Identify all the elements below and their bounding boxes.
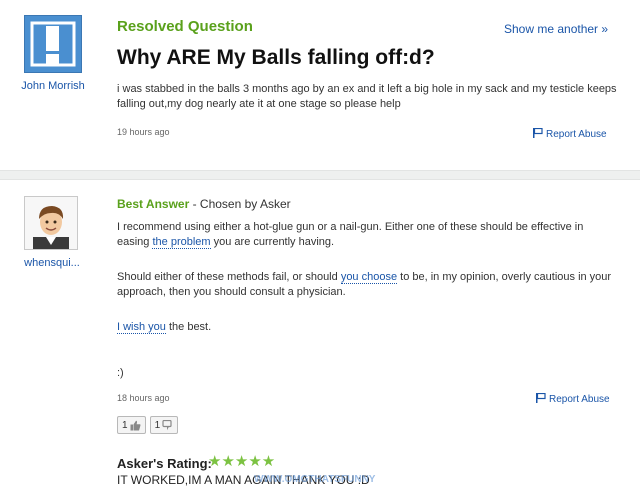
asker-name-link[interactable]: John Morrish [8, 80, 98, 92]
answer-text: the best. [165, 321, 212, 333]
answer-timestamp: 18 hours ago [117, 393, 170, 403]
answer-paragraph-1: I recommend using either a hot-glue gun … [117, 220, 617, 250]
thumbs-up-button[interactable]: 1 [117, 416, 146, 434]
flag-icon [536, 393, 546, 403]
section-divider [0, 170, 640, 180]
watermark-text: WWW.OMGTHATSFUNNY [254, 474, 376, 485]
answer-smiley: :) [117, 367, 124, 379]
you-choose-link[interactable]: you choose [340, 271, 398, 284]
best-answer-label: Best Answer [117, 197, 190, 211]
best-answer-heading: Best Answer - Chosen by Asker [117, 197, 291, 211]
chosen-by-label: - Chosen by Asker [189, 197, 291, 211]
answer-text: Should either of these methods fail, or … [117, 271, 341, 283]
answerer-avatar[interactable] [24, 196, 78, 250]
vote-buttons: 1 1 [117, 416, 179, 434]
flag-icon [533, 128, 543, 138]
the-problem-link[interactable]: the problem [152, 236, 211, 249]
answer-text: you are currently having. [210, 236, 335, 248]
report-abuse-label: Report Abuse [546, 129, 607, 140]
question-avatar-icon[interactable] [24, 15, 82, 73]
user-avatar-icon [25, 197, 77, 249]
i-wish-you-link[interactable]: I wish you [117, 321, 166, 334]
askers-rating-label: Asker's Rating: [117, 456, 212, 471]
answer-paragraph-2: Should either of these methods fail, or … [117, 270, 617, 300]
report-abuse-link[interactable]: Report Abuse [536, 393, 610, 405]
exclamation-icon [25, 16, 81, 72]
answer-paragraph-3: I wish you the best. [117, 320, 617, 335]
thumbs-up-count: 1 [122, 419, 128, 431]
resolved-question-heading: Resolved Question [117, 18, 253, 35]
thumbs-down-icon [162, 419, 172, 430]
thumbs-down-count: 1 [154, 419, 161, 431]
answerer-name-link[interactable]: whensqui... [12, 257, 92, 269]
question-title: Why ARE My Balls falling off:d? [117, 46, 435, 69]
thumbs-up-icon [130, 420, 141, 430]
question-panel: John Morrish Resolved Question Show me a… [0, 0, 640, 168]
show-another-link[interactable]: Show me another » [504, 22, 608, 36]
report-abuse-link[interactable]: Report Abuse [533, 128, 607, 140]
question-body: i was stabbed in the balls 3 months ago … [117, 83, 617, 110]
thumbs-down-button[interactable]: 1 [149, 416, 179, 434]
rating-stars: ★★★★★ [208, 453, 276, 470]
question-timestamp: 19 hours ago [117, 127, 170, 137]
report-abuse-label: Report Abuse [549, 394, 610, 405]
